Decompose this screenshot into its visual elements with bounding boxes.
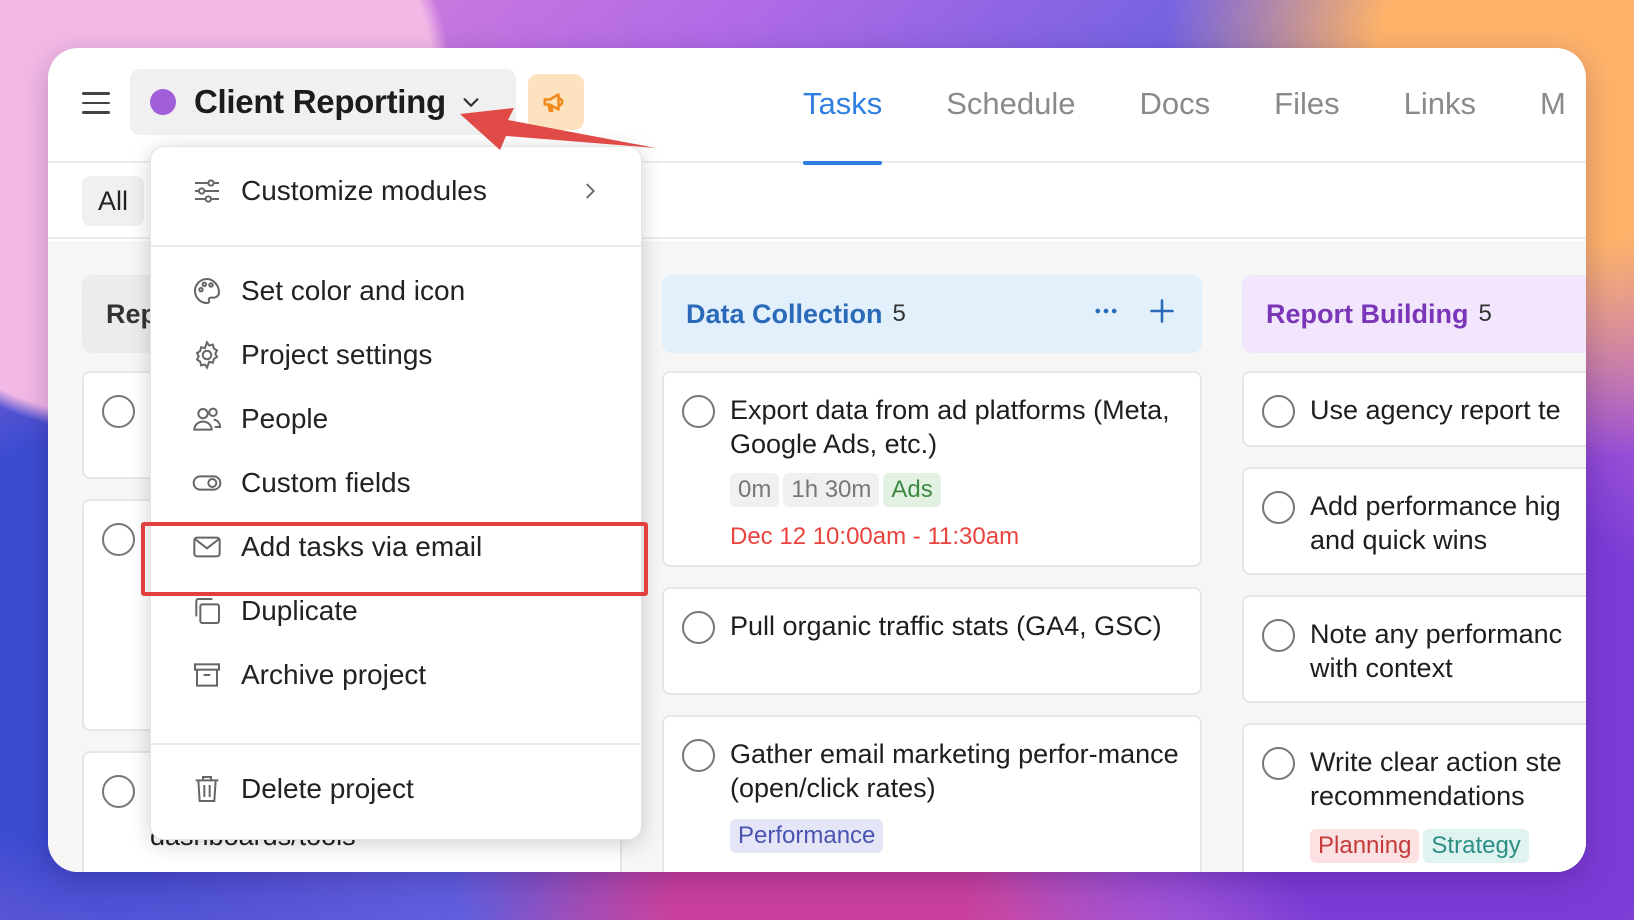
tab-links[interactable]: Links (1404, 48, 1476, 163)
gear-icon (191, 339, 223, 371)
task-title: Add performance hig and quick wins (1310, 491, 1561, 555)
menu-item-label: Duplicate (241, 595, 358, 626)
task-checkbox[interactable] (1262, 747, 1295, 780)
menu-item-duplicate[interactable]: Duplicate (151, 583, 641, 639)
task-checkbox[interactable] (682, 395, 715, 428)
column-header-data-collection: Data Collection 5 (662, 275, 1202, 353)
view-tabs: Tasks Schedule Docs Files Links M (803, 48, 1586, 165)
task-card[interactable]: Note any performanc with context (1242, 595, 1586, 703)
task-checkbox[interactable] (1262, 395, 1295, 428)
menu-item-label: Add tasks via email (241, 531, 483, 562)
task-title: Note any performanc with context (1310, 619, 1563, 683)
mail-icon (191, 531, 223, 563)
task-checkbox[interactable] (1262, 491, 1295, 524)
task-card[interactable]: Write clear action ste recommendations P… (1242, 723, 1586, 872)
menu-item-add-tasks-via-email[interactable]: Add tasks via email (151, 519, 641, 575)
task-title: Export data from ad platforms (Meta, Goo… (730, 395, 1170, 459)
task-checkbox[interactable] (102, 523, 135, 556)
menu-item-people[interactable]: People (151, 391, 641, 447)
add-task-icon[interactable] (1148, 297, 1176, 325)
menu-item-label: Customize modules (241, 175, 487, 206)
task-card[interactable]: Use agency report te (1242, 371, 1586, 447)
archive-icon (191, 659, 223, 691)
menu-item-set-color-icon[interactable]: Set color and icon (151, 263, 641, 319)
menu-item-label: Set color and icon (241, 275, 466, 306)
sliders-icon (191, 175, 223, 207)
time-estimate-tag: 1h 30m (783, 473, 880, 507)
menu-item-customize-modules[interactable]: Customize modules (151, 163, 641, 219)
tab-docs[interactable]: Docs (1140, 48, 1211, 163)
menu-item-label: People (241, 403, 329, 434)
label-tag-ads: Ads (883, 473, 941, 507)
menu-item-label: Delete project (241, 773, 414, 804)
column-count: 5 (892, 300, 906, 327)
task-date: Dec 12 10:00am - 11:30am (730, 523, 1020, 550)
task-title: Write clear action ste recommendations (1310, 747, 1562, 811)
hamburger-menu-icon[interactable] (82, 92, 110, 114)
task-checkbox[interactable] (1262, 619, 1295, 652)
menu-item-archive-project[interactable]: Archive project (151, 647, 641, 703)
chevron-right-icon (586, 183, 595, 199)
label-tag-planning: Planning (1310, 829, 1420, 863)
project-switcher[interactable]: Client Reporting (130, 69, 516, 135)
toggle-icon (191, 467, 223, 499)
task-card[interactable]: Pull organic traffic stats (GA4, GSC) (662, 587, 1202, 695)
annotation-arrow-icon (460, 108, 656, 150)
menu-item-label: Project settings (241, 339, 433, 370)
project-color-dot (150, 89, 176, 115)
task-meta: 0m 1h 30m Ads (730, 473, 945, 507)
menu-item-label: Archive project (241, 659, 427, 690)
menu-item-custom-fields[interactable]: Custom fields (151, 455, 641, 511)
project-menu: Customize modules Set color and icon Pro… (150, 146, 642, 840)
task-checkbox[interactable] (682, 739, 715, 772)
tab-schedule[interactable]: Schedule (946, 48, 1075, 163)
task-title: Gather email marketing perfor-mance (ope… (730, 739, 1179, 803)
task-card[interactable]: Add performance hig and quick wins (1242, 467, 1586, 575)
menu-item-label: Custom fields (241, 467, 411, 498)
menu-item-project-settings[interactable]: Project settings (151, 327, 641, 383)
menu-divider (151, 245, 641, 247)
menu-divider (151, 743, 641, 745)
task-checkbox[interactable] (682, 611, 715, 644)
task-card[interactable]: Gather email marketing perfor-mance (ope… (662, 715, 1202, 872)
tab-files[interactable]: Files (1274, 48, 1339, 163)
task-title: Use agency report te (1310, 395, 1561, 425)
time-tracked-tag: 0m (730, 473, 780, 507)
label-tag-strategy: Strategy (1423, 829, 1529, 863)
task-title: Pull organic traffic stats (GA4, GSC) (730, 611, 1162, 641)
task-checkbox[interactable] (102, 395, 135, 428)
task-checkbox[interactable] (102, 775, 135, 808)
tab-more[interactable]: M (1540, 48, 1566, 163)
column-title: Data Collection (686, 298, 883, 329)
project-name: Client Reporting (194, 83, 446, 120)
column-header-report-building: Report Building 5 (1242, 275, 1586, 353)
trash-icon (191, 773, 223, 805)
palette-icon (191, 275, 223, 307)
tab-tasks[interactable]: Tasks (803, 48, 883, 165)
column-title: Report Building (1266, 298, 1469, 329)
people-icon (191, 403, 223, 435)
task-card[interactable]: Export data from ad platforms (Meta, Goo… (662, 371, 1202, 567)
filter-all-button[interactable]: All (82, 176, 144, 226)
column-count: 5 (1478, 300, 1492, 327)
menu-item-delete-project[interactable]: Delete project (151, 761, 641, 817)
more-options-icon[interactable] (1092, 297, 1120, 325)
duplicate-icon (191, 595, 223, 627)
label-tag-performance: Performance (730, 819, 884, 853)
